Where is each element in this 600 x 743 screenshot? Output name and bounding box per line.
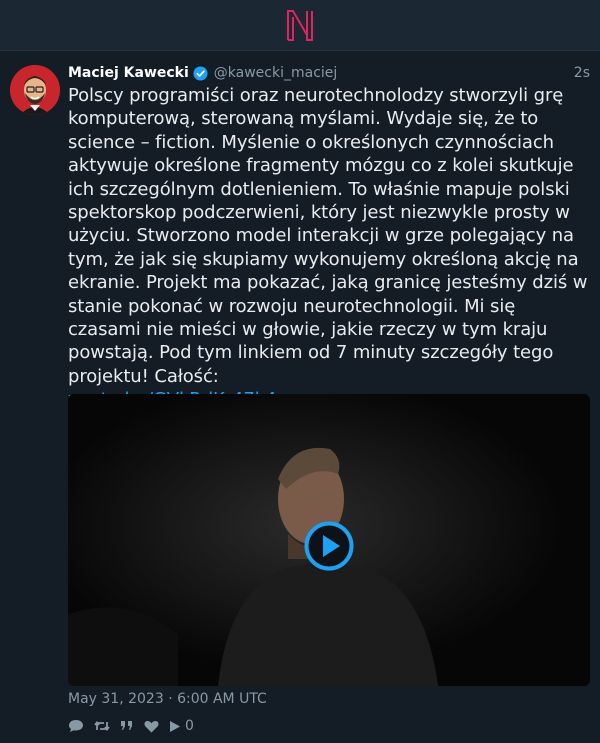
quote-icon <box>121 721 132 730</box>
author-name[interactable]: Maciej Kawecki <box>68 65 189 81</box>
play-button-icon[interactable] <box>304 521 354 571</box>
heart-icon <box>144 720 159 732</box>
video-player[interactable] <box>68 394 590 686</box>
retweet-stat[interactable] <box>94 719 110 733</box>
tweet-text: Polscy programiści oraz neurotechnolodzy… <box>68 84 592 412</box>
tweet-date[interactable]: May 31, 2023 · 6:00 AM UTC <box>68 691 267 707</box>
tweet-header: Maciej Kawecki @kawecki_maciej 2s <box>68 63 590 83</box>
tweet-stats: 0 <box>68 716 204 736</box>
retweet-icon <box>94 721 110 731</box>
reply-stat[interactable] <box>68 719 84 733</box>
nitter-logo-icon[interactable] <box>285 9 315 41</box>
author-handle[interactable]: @kawecki_maciej <box>214 65 338 81</box>
quote-stat[interactable] <box>120 720 134 732</box>
tweet-body: Polscy programiści oraz neurotechnolodzy… <box>68 85 588 387</box>
top-navigation-bar <box>0 0 600 51</box>
play-icon <box>170 720 180 732</box>
avatar[interactable] <box>10 65 60 115</box>
comment-icon <box>69 720 83 732</box>
tweet-timestamp[interactable]: 2s <box>574 65 590 81</box>
play-count: 0 <box>185 718 194 734</box>
play-count-stat[interactable]: 0 <box>169 718 194 734</box>
verified-badge-icon <box>193 65 208 81</box>
like-stat[interactable] <box>144 720 159 733</box>
tweet: Maciej Kawecki @kawecki_maciej 2s Polscy… <box>0 51 600 743</box>
